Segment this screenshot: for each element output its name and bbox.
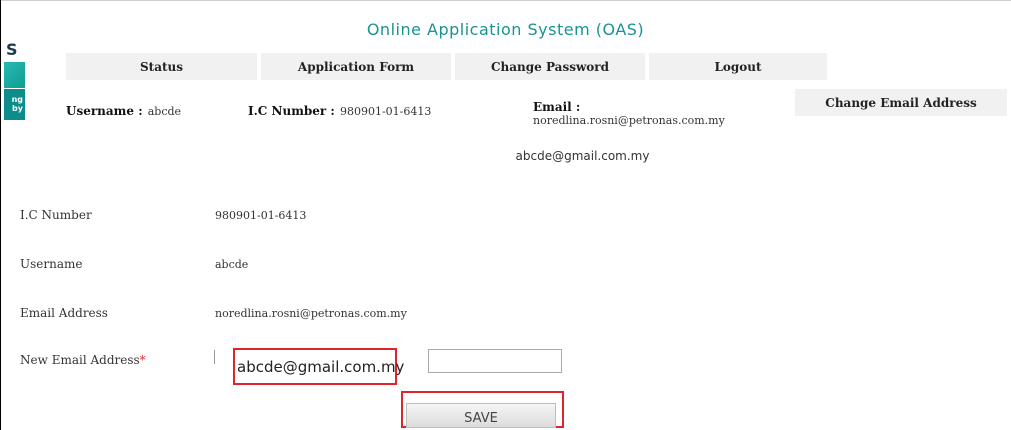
nav-status-label: Status [139, 59, 183, 74]
ic-info-label: I.C Number : [248, 104, 335, 118]
nav-change-password-label: Change Password [490, 59, 609, 74]
preview-email: abcde@gmail.com.my [515, 149, 650, 163]
top-border [0, 0, 1011, 1]
input-cursor-mark [214, 350, 215, 364]
logo-badge-text: ng by [11, 95, 23, 113]
change-email-button-label: Change Email Address [825, 95, 977, 110]
email-info-label: Email : [533, 100, 581, 114]
nav-logout[interactable]: Logout [649, 53, 827, 80]
new-email-label: New Email Address* [20, 353, 146, 367]
ic-number-label: I.C Number [20, 208, 92, 222]
nav-application-form[interactable]: Application Form [261, 53, 451, 80]
nav-application-form-label: Application Form [297, 59, 415, 74]
nav-change-password[interactable]: Change Password [455, 53, 645, 80]
new-email-label-text: New Email Address [20, 353, 140, 367]
ic-info-value: 980901-01-6413 [339, 105, 432, 118]
logo-letter: S [6, 40, 18, 59]
username-value: abcde [215, 258, 249, 271]
username-info-label: Username : [66, 104, 143, 118]
logo-tile-icon [4, 62, 25, 88]
new-email-input-field[interactable] [428, 349, 562, 373]
nav-status[interactable]: Status [66, 53, 257, 80]
ic-number-value: 980901-01-6413 [215, 209, 307, 222]
email-address-label: Email Address [20, 306, 108, 320]
email-info: Email : noredlina.rosni@petronas.com.my [533, 100, 725, 128]
ic-info: I.C Number : 980901-01-6413 [248, 100, 431, 119]
nav-logout-label: Logout [714, 59, 762, 74]
email-info-value: noredlina.rosni@petronas.com.my [533, 114, 725, 127]
new-email-input[interactable]: abcde@gmail.com.my [233, 348, 404, 385]
required-marker: * [139, 353, 146, 367]
username-info-value: abcde [147, 105, 182, 118]
save-button-label: SAVE [464, 411, 498, 426]
page-title: Online Application System (OAS) [366, 20, 645, 39]
change-email-button[interactable]: Change Email Address [795, 89, 1007, 116]
logo-badge: ng by [4, 89, 25, 120]
email-address-value: noredlina.rosni@petronas.com.my [215, 307, 407, 320]
save-button[interactable]: SAVE [406, 403, 556, 428]
new-email-input-value: abcde@gmail.com.my [237, 357, 405, 376]
left-border [0, 0, 1, 430]
username-info: Username : abcde [66, 100, 181, 119]
username-label: Username [20, 257, 83, 271]
